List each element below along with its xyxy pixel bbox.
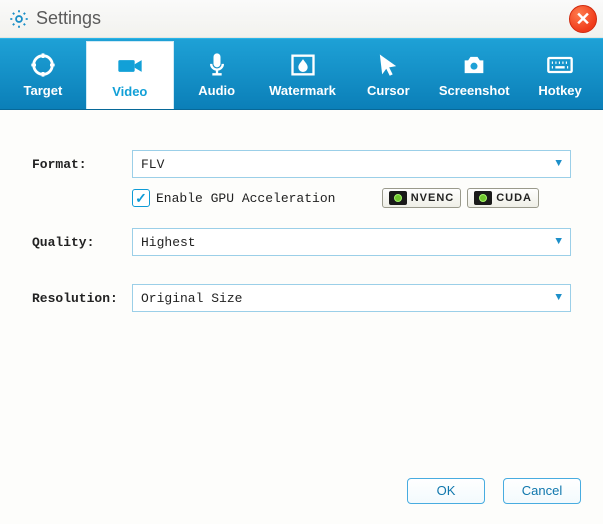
resolution-label: Resolution: <box>32 291 132 306</box>
window-title: Settings <box>36 8 569 29</box>
quality-row: Quality: Highest ▼ <box>32 228 571 256</box>
resolution-select[interactable]: Original Size ▼ <box>132 284 571 312</box>
tab-bar: Target Video Audio Watermark Cursor S <box>0 38 603 110</box>
cancel-button[interactable]: Cancel <box>503 478 581 504</box>
tab-cursor[interactable]: Cursor <box>345 39 431 109</box>
tab-watermark[interactable]: Watermark <box>260 39 346 109</box>
tab-label: Hotkey <box>538 83 581 98</box>
tab-screenshot[interactable]: Screenshot <box>431 39 517 109</box>
target-icon <box>29 51 57 79</box>
format-label: Format: <box>32 157 132 172</box>
resolution-row: Resolution: Original Size ▼ <box>32 284 571 312</box>
chevron-down-icon: ▼ <box>555 292 562 304</box>
audio-icon <box>203 51 231 79</box>
tab-video[interactable]: Video <box>86 41 174 109</box>
format-row: Format: FLV ▼ <box>32 150 571 178</box>
tab-hotkey[interactable]: Hotkey <box>517 39 603 109</box>
video-icon <box>116 52 144 80</box>
format-value: FLV <box>141 157 164 172</box>
footer: OK Cancel <box>0 470 603 518</box>
tab-label: Cursor <box>367 83 410 98</box>
watermark-icon <box>289 51 317 79</box>
tab-label: Watermark <box>269 83 336 98</box>
chevron-down-icon: ▼ <box>555 158 562 170</box>
quality-value: Highest <box>141 235 196 250</box>
camera-icon <box>460 51 488 79</box>
resolution-value: Original Size <box>141 291 242 306</box>
tab-label: Audio <box>198 83 235 98</box>
chevron-down-icon: ▼ <box>555 236 562 248</box>
keyboard-icon <box>546 51 574 79</box>
close-button[interactable]: ✕ <box>569 5 597 33</box>
quality-select[interactable]: Highest ▼ <box>132 228 571 256</box>
titlebar: Settings ✕ <box>0 0 603 38</box>
check-icon: ✓ <box>135 190 147 207</box>
ok-button[interactable]: OK <box>407 478 485 504</box>
gpu-checkbox[interactable]: ✓ <box>132 189 150 207</box>
tab-label: Video <box>112 84 147 99</box>
nvidia-eye-icon <box>389 191 407 205</box>
tab-label: Screenshot <box>439 83 510 98</box>
quality-label: Quality: <box>32 235 132 250</box>
tab-target[interactable]: Target <box>0 39 86 109</box>
nvenc-text: NVENC <box>411 192 455 204</box>
gpu-badges: NVENC CUDA <box>382 188 539 208</box>
nvenc-badge: NVENC <box>382 188 462 208</box>
content-area: Format: FLV ▼ ✓ Enable GPU Acceleration … <box>0 110 603 470</box>
cuda-text: CUDA <box>496 192 532 204</box>
gpu-label: Enable GPU Acceleration <box>156 191 382 206</box>
nvidia-eye-icon <box>474 191 492 205</box>
format-select[interactable]: FLV ▼ <box>132 150 571 178</box>
tab-audio[interactable]: Audio <box>174 39 260 109</box>
tab-label: Target <box>24 83 63 98</box>
cuda-badge: CUDA <box>467 188 539 208</box>
gpu-row: ✓ Enable GPU Acceleration NVENC CUDA <box>132 188 571 208</box>
cursor-icon <box>374 51 402 79</box>
gear-icon <box>8 8 30 30</box>
